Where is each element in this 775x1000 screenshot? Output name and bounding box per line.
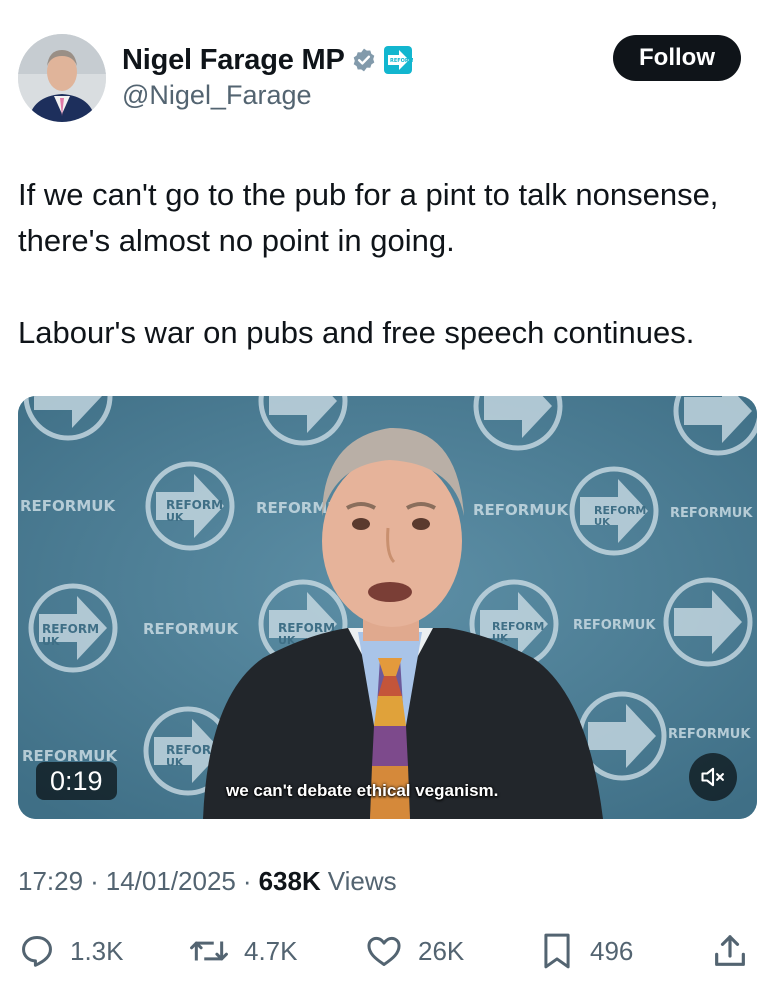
backdrop-logo-sub: UK <box>42 635 60 648</box>
author-avatar[interactable] <box>18 34 106 122</box>
backdrop-logo-sub: UK <box>594 517 611 528</box>
author-name[interactable]: Nigel Farage MP <box>122 44 345 77</box>
backdrop-logo-text: REFORM <box>166 498 223 512</box>
backdrop-logo-text: REFORM <box>594 504 646 517</box>
reply-button[interactable]: 1.3K <box>18 926 124 976</box>
share-icon <box>715 935 745 966</box>
svg-text:REFORM: REFORM <box>390 58 413 64</box>
backdrop-wordmark: REFORMUK <box>573 618 656 633</box>
like-button[interactable]: 26K <box>364 926 464 976</box>
speaker-muted-icon <box>701 767 724 787</box>
backdrop-wordmark: REFORMUK <box>143 620 239 638</box>
tweet-date[interactable]: 14/01/2025 <box>106 866 236 897</box>
backdrop-wordmark: REFORMUK <box>668 727 751 742</box>
backdrop-logo-sub: UK <box>166 756 184 769</box>
bookmark-count: 496 <box>590 935 634 966</box>
mute-button[interactable] <box>689 753 737 801</box>
backdrop-logo-text: REFORM <box>492 620 544 633</box>
reply-icon <box>22 936 52 967</box>
separator-dot: · <box>90 866 99 896</box>
tweet-text: If we can't go to the pub for a pint to … <box>18 172 763 356</box>
bookmark-button[interactable]: 496 <box>538 926 633 976</box>
video-duration: 0:19 <box>36 762 117 800</box>
repost-icon <box>190 941 228 961</box>
reply-count: 1.3K <box>70 935 124 966</box>
tweet-paragraph: Labour's war on pubs and free speech con… <box>18 315 695 350</box>
author-name-row: Nigel Farage MP REFORM <box>122 42 413 78</box>
bookmark-icon <box>544 933 570 969</box>
tweet-actions: 1.3K 4.7K 26K 496 <box>18 926 755 976</box>
like-count: 26K <box>418 935 465 966</box>
verified-badge-icon <box>351 47 377 73</box>
backdrop-logo-sub: UK <box>166 511 184 524</box>
separator-dot: · <box>242 866 252 896</box>
video-player[interactable]: REFORMUK REFORMUK REFORMUK REFORMUK REFO… <box>18 396 757 819</box>
follow-button[interactable]: Follow <box>613 35 741 81</box>
backdrop-wordmark: REFORMUK <box>670 506 753 521</box>
tweet-meta: 17:29 · 14/01/2025 · 638K Views <box>18 866 397 897</box>
heart-icon <box>367 936 401 966</box>
video-subtitle: we can't debate ethical veganism. <box>226 781 499 800</box>
author-handle[interactable]: @Nigel_Farage <box>122 80 312 111</box>
views-label: Views <box>327 866 397 896</box>
backdrop-wordmark: REFORMUK <box>473 501 569 519</box>
share-button[interactable] <box>710 926 750 976</box>
views-count: 638K <box>258 866 321 896</box>
tweet-paragraph: If we can't go to the pub for a pint to … <box>18 177 719 258</box>
repost-count: 4.7K <box>244 935 298 966</box>
author-avatar-image <box>18 34 106 122</box>
backdrop-wordmark: REFORMUK <box>20 497 116 515</box>
tweet-time[interactable]: 17:29 <box>18 866 83 897</box>
backdrop-logo-text: REFORM <box>42 622 99 636</box>
reform-uk-badge-icon[interactable]: REFORM <box>383 45 413 75</box>
video-frame: REFORMUK REFORMUK REFORMUK REFORMUK REFO… <box>18 396 757 819</box>
repost-button[interactable]: 4.7K <box>188 926 298 976</box>
